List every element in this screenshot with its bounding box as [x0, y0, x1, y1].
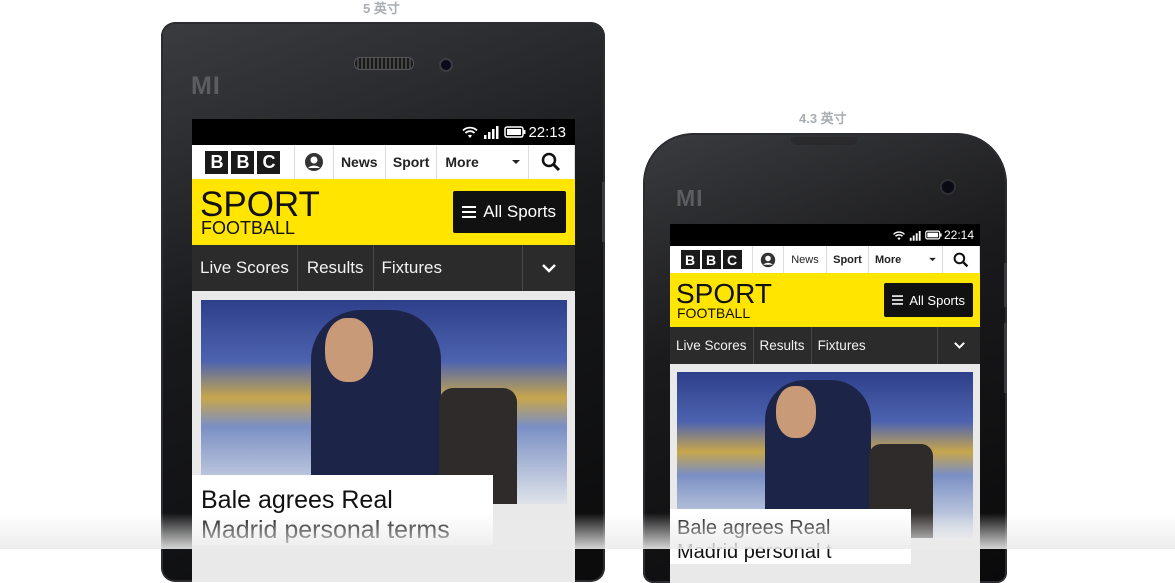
- bbc-letter: B: [205, 150, 229, 174]
- nav-more[interactable]: More: [869, 246, 943, 273]
- search-icon: [542, 152, 561, 172]
- headline-line: Madrid personal t: [677, 541, 832, 563]
- side-button: [1004, 263, 1007, 307]
- article-area: Bale agrees Real Madrid personal t: [670, 364, 980, 583]
- bbc-letter: B: [701, 250, 721, 269]
- sport-header: SPORT FOOTBALL All Sports: [670, 273, 980, 327]
- nav-news[interactable]: News: [784, 246, 827, 273]
- wifi-icon: [462, 126, 479, 138]
- menu-icon: [462, 206, 477, 218]
- section-title: FOOTBALL: [201, 218, 296, 238]
- status-time: 22:14: [943, 228, 974, 242]
- subnav-results[interactable]: Results: [298, 245, 374, 291]
- brand-logo: MI: [191, 72, 221, 100]
- bbc-top-nav: B B C News Sport More: [192, 145, 575, 180]
- account-button[interactable]: [295, 145, 334, 179]
- chevron-down-icon: [542, 263, 556, 273]
- player-head: [325, 318, 373, 382]
- sport-title: SPORT: [676, 278, 772, 309]
- battery-icon: [504, 126, 526, 138]
- article-area: Bale agrees Real Madrid personal terms: [192, 291, 575, 582]
- subnav-fixtures[interactable]: Fixtures: [374, 245, 450, 291]
- subnav-label: Results: [759, 338, 805, 353]
- subnav-live-scores[interactable]: Live Scores: [670, 327, 754, 364]
- nav-more-label: More: [875, 253, 902, 266]
- all-sports-button[interactable]: All Sports: [884, 283, 973, 317]
- headline-line: Bale agrees Real: [201, 486, 393, 514]
- front-camera-icon: [940, 179, 956, 195]
- sub-nav: Live Scores Results Fixtures: [192, 245, 575, 291]
- avatar-icon: [760, 252, 776, 267]
- brand-logo: MI: [676, 185, 704, 211]
- sub-nav: Live Scores Results Fixtures: [670, 327, 980, 364]
- all-sports-label: All Sports: [909, 292, 965, 308]
- bbc-letter: B: [231, 150, 255, 174]
- chevron-down-icon: [929, 257, 936, 262]
- account-button[interactable]: [753, 246, 784, 273]
- subnav-label: Fixtures: [381, 258, 442, 277]
- nav-more-label: More: [445, 154, 479, 170]
- front-camera-icon: [439, 58, 453, 72]
- nav-sport[interactable]: Sport: [386, 145, 438, 179]
- bbc-top-nav: B B C News Sport More: [670, 246, 980, 274]
- nav-more[interactable]: More: [437, 145, 529, 179]
- status-time: 22:13: [528, 123, 566, 141]
- all-sports-label: All Sports: [483, 202, 556, 221]
- wifi-icon: [893, 230, 905, 240]
- subnav-label: Results: [306, 258, 364, 277]
- battery-icon: [925, 230, 942, 240]
- section-title: FOOTBALL: [677, 305, 751, 321]
- nav-news[interactable]: News: [334, 145, 386, 179]
- signal-icon: [909, 230, 921, 241]
- bbc-letter: C: [722, 250, 742, 269]
- search-button[interactable]: [943, 246, 980, 273]
- player-head: [776, 386, 816, 438]
- headline-line: Bale agrees Real: [677, 517, 831, 539]
- subnav-expand-button[interactable]: [522, 245, 575, 291]
- phone-large: MI 22:13 B B C News Sport More SPORT FOO…: [161, 22, 605, 582]
- nav-sport[interactable]: Sport: [827, 246, 869, 273]
- chevron-down-icon: [511, 160, 520, 164]
- size-label-small: 4.3 英寸: [799, 111, 847, 126]
- bbc-letter: B: [680, 250, 700, 269]
- sport-title: SPORT: [200, 185, 320, 224]
- article-headline[interactable]: Bale agrees Real Madrid personal t: [670, 509, 911, 564]
- search-icon: [953, 252, 969, 267]
- subnav-label: Live Scores: [200, 258, 289, 277]
- article-photo[interactable]: [201, 300, 567, 504]
- subnav-expand-button[interactable]: [937, 327, 980, 364]
- chevron-down-icon: [953, 342, 965, 349]
- side-button: [602, 182, 605, 242]
- phone-small: MI 22:14 B B C News Sport More SPORT FOO…: [643, 133, 1007, 583]
- menu-icon: [892, 295, 904, 305]
- status-bar: 22:13: [192, 119, 575, 145]
- subnav-results[interactable]: Results: [754, 327, 812, 364]
- bbc-logo[interactable]: B B C: [192, 145, 295, 179]
- headline-line: Madrid personal terms: [201, 516, 450, 544]
- status-bar: 22:14: [670, 224, 980, 246]
- bbc-logo[interactable]: B B C: [670, 246, 753, 273]
- subnav-fixtures[interactable]: Fixtures: [812, 327, 872, 364]
- size-label-large: 5 英寸: [363, 1, 400, 16]
- side-button: [1004, 323, 1007, 393]
- speaker-grille: [354, 57, 414, 70]
- subnav-label: Fixtures: [817, 338, 866, 353]
- search-button[interactable]: [529, 145, 575, 179]
- all-sports-button[interactable]: All Sports: [453, 191, 566, 233]
- subnav-live-scores[interactable]: Live Scores: [192, 245, 298, 291]
- article-headline[interactable]: Bale agrees Real Madrid personal terms: [192, 475, 493, 545]
- speaker-grille: [791, 137, 857, 145]
- avatar-icon: [304, 153, 323, 171]
- phone-screen: 22:14 B B C News Sport More SPORT FOOTBA…: [670, 224, 980, 583]
- sport-header: SPORT FOOTBALL All Sports: [192, 179, 575, 245]
- signal-icon: [484, 126, 499, 139]
- phone-screen: 22:13 B B C News Sport More SPORT FOOTBA…: [192, 119, 575, 582]
- subnav-label: Live Scores: [676, 338, 747, 353]
- bbc-letter: C: [257, 150, 281, 174]
